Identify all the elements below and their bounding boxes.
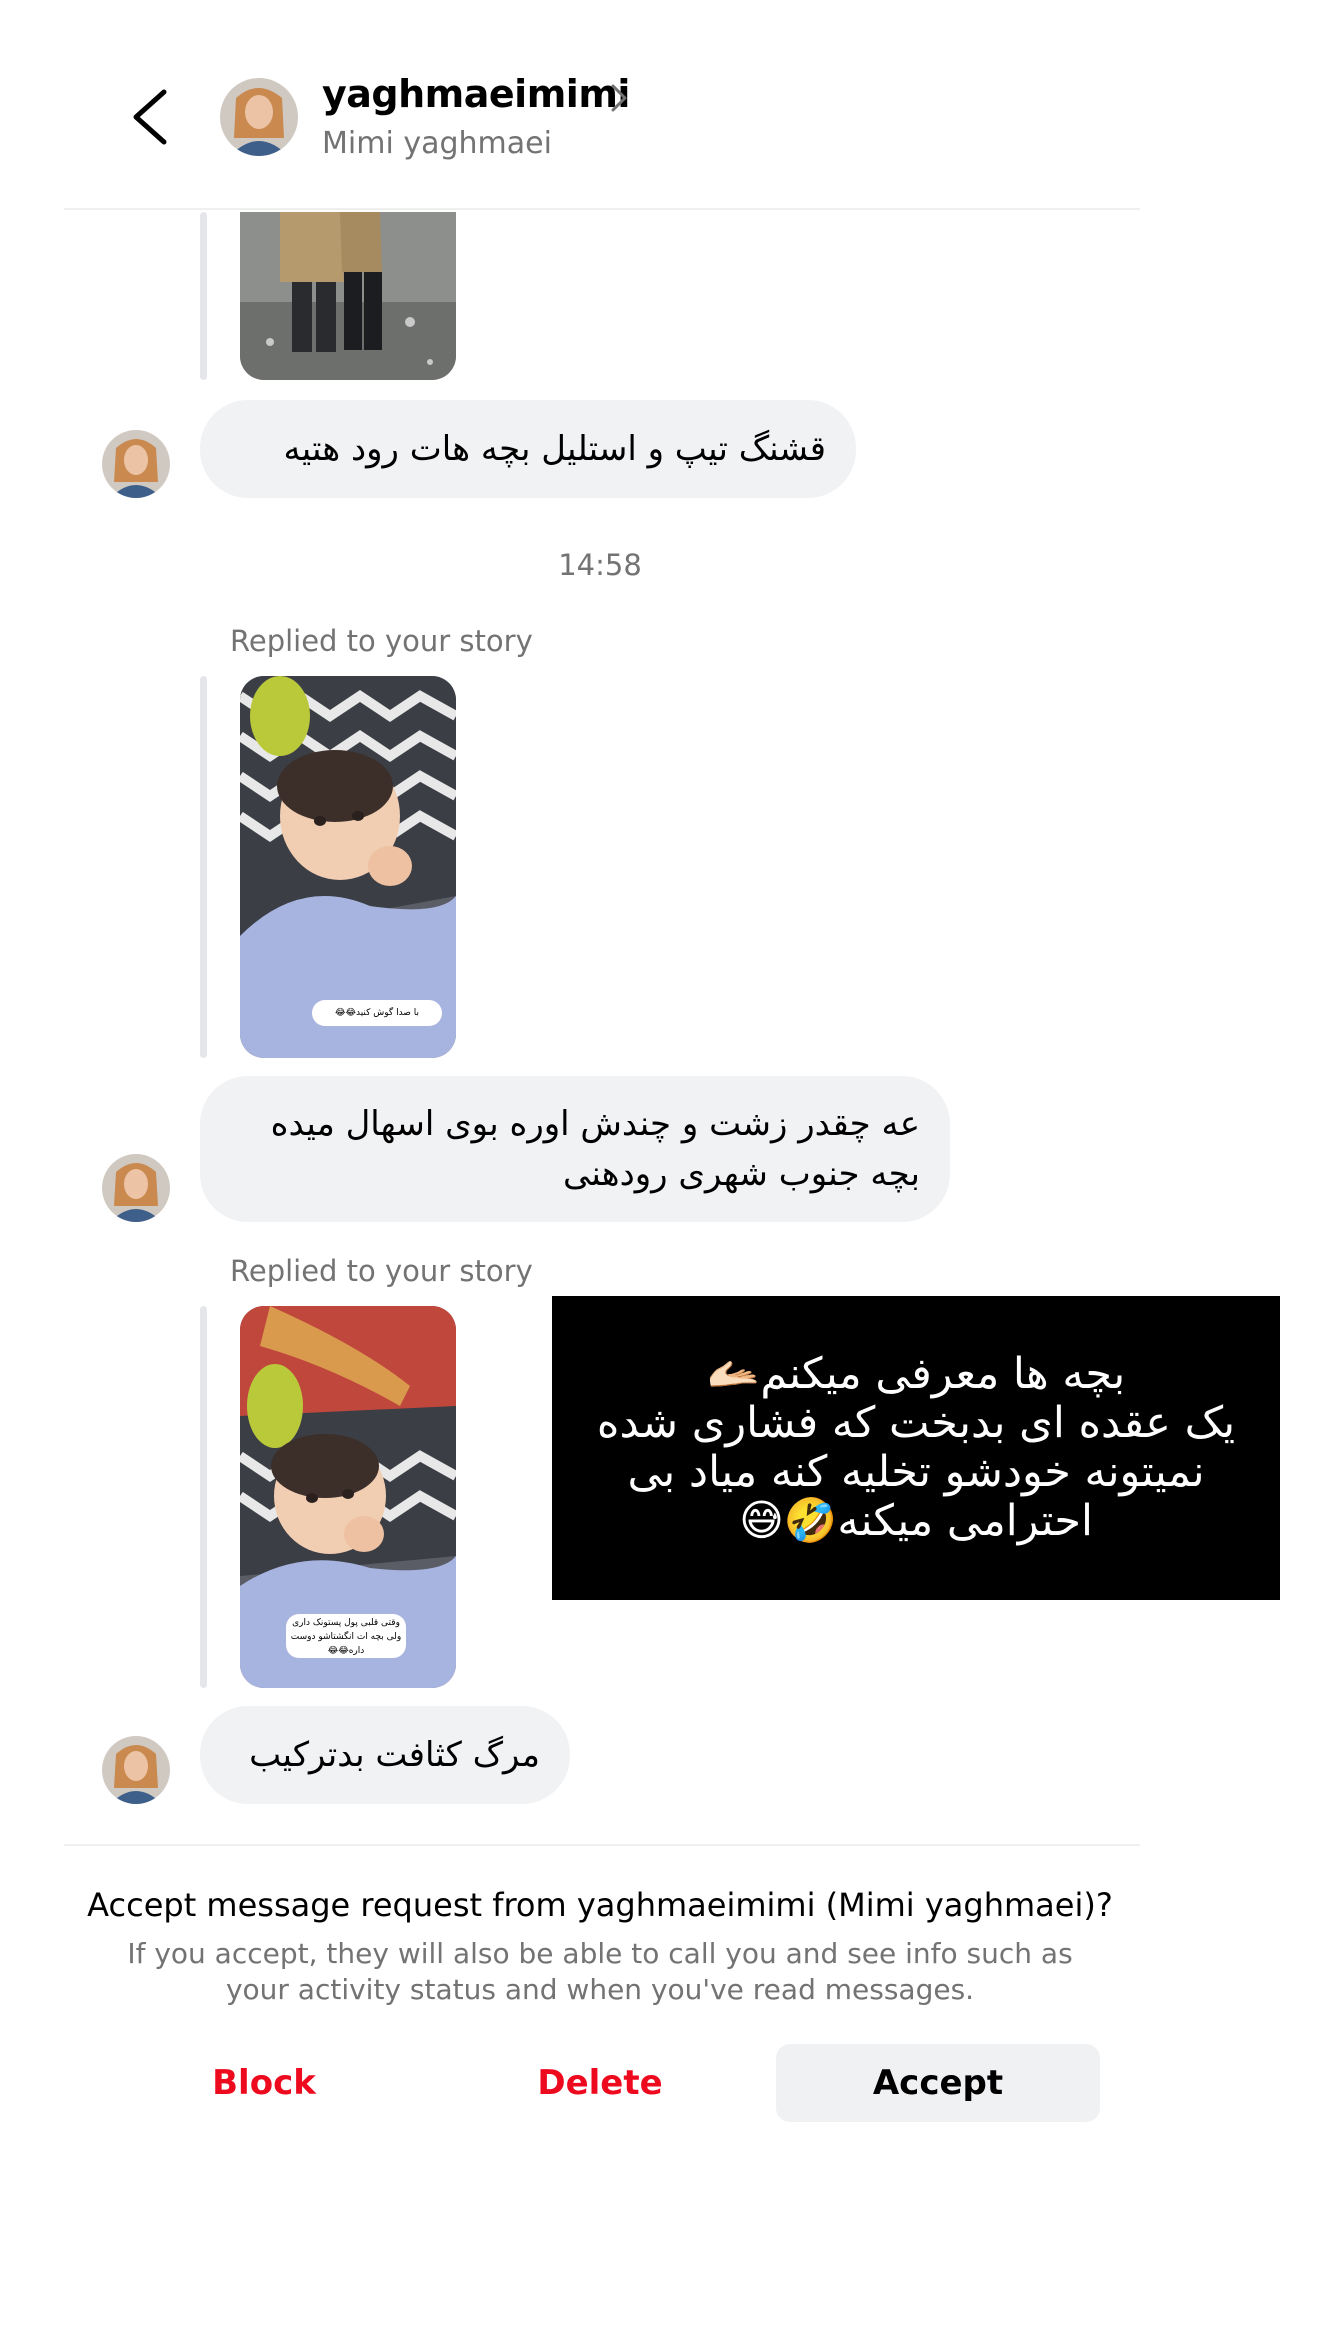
caption-overlay: بچه ها معرفی میکنم🫴🏻 یک عقده ای بدبخت که…: [552, 1296, 1280, 1600]
request-description: If you accept, they will also be able to…: [127, 1937, 1073, 2006]
caption-line-3: نمیتونه خودشو تخلیه کنه میاد بی: [627, 1447, 1205, 1497]
story-thumbnail[interactable]: [240, 212, 456, 380]
message-text-line-1: عه چقدر زشت و چندش اوره بوی اسهال میده: [270, 1104, 920, 1144]
story-sticker: وقتی قلبی پول پستونک داری ولی بچه ات انگ…: [286, 1614, 406, 1658]
timestamp: 14:58: [558, 548, 642, 582]
sender-avatar[interactable]: [102, 430, 170, 498]
story-sticker: با صدا گوش کنید😂😂: [312, 1000, 442, 1026]
replied-to-story-label: Replied to your story: [230, 624, 533, 658]
sender-avatar[interactable]: [102, 1154, 170, 1222]
message-text-line-2: بچه جنوب شهری رودهنی: [563, 1154, 920, 1194]
back-arrow-icon[interactable]: [120, 82, 180, 152]
request-divider: [64, 1844, 1140, 1846]
header-username[interactable]: yaghmaeimimi: [322, 72, 630, 116]
reply-quote-bar: [200, 1306, 207, 1688]
message-text: قشنگ تیپ و استلیل بچه هات رود هتیه: [283, 429, 826, 469]
header-full-name: Mimi yaghmaei: [322, 126, 552, 161]
caption-line-1: بچه ها معرفی میکنم🫴🏻: [706, 1349, 1126, 1399]
reply-quote-bar: [200, 212, 207, 380]
header-divider: [64, 208, 1140, 210]
sender-avatar[interactable]: [102, 1736, 170, 1804]
block-button[interactable]: Block: [164, 2044, 364, 2122]
delete-button[interactable]: Delete: [500, 2044, 700, 2122]
reply-quote-bar: [200, 676, 207, 1058]
chevron-right-icon[interactable]: [608, 80, 630, 116]
message-bubble[interactable]: مرگ کثافت بدترکیب: [200, 1706, 570, 1804]
request-title: Accept message request from yaghmaeimimi…: [87, 1886, 1113, 1924]
message-bubble[interactable]: عه چقدر زشت و چندش اوره بوی اسهال میده ب…: [200, 1076, 950, 1222]
accept-button[interactable]: Accept: [776, 2044, 1100, 2122]
replied-to-story-label: Replied to your story: [230, 1254, 533, 1288]
chat-header: yaghmaeimimi Mimi yaghmaei: [0, 0, 1320, 210]
caption-line-4: احترامی میکنه🤣😅: [739, 1496, 1093, 1546]
message-bubble[interactable]: قشنگ تیپ و استلیل بچه هات رود هتیه: [200, 400, 856, 498]
caption-line-2: یک عقده ای بدبخت که فشاری شده: [596, 1398, 1236, 1448]
header-avatar[interactable]: [220, 78, 298, 156]
message-text: مرگ کثافت بدترکیب: [249, 1735, 540, 1775]
